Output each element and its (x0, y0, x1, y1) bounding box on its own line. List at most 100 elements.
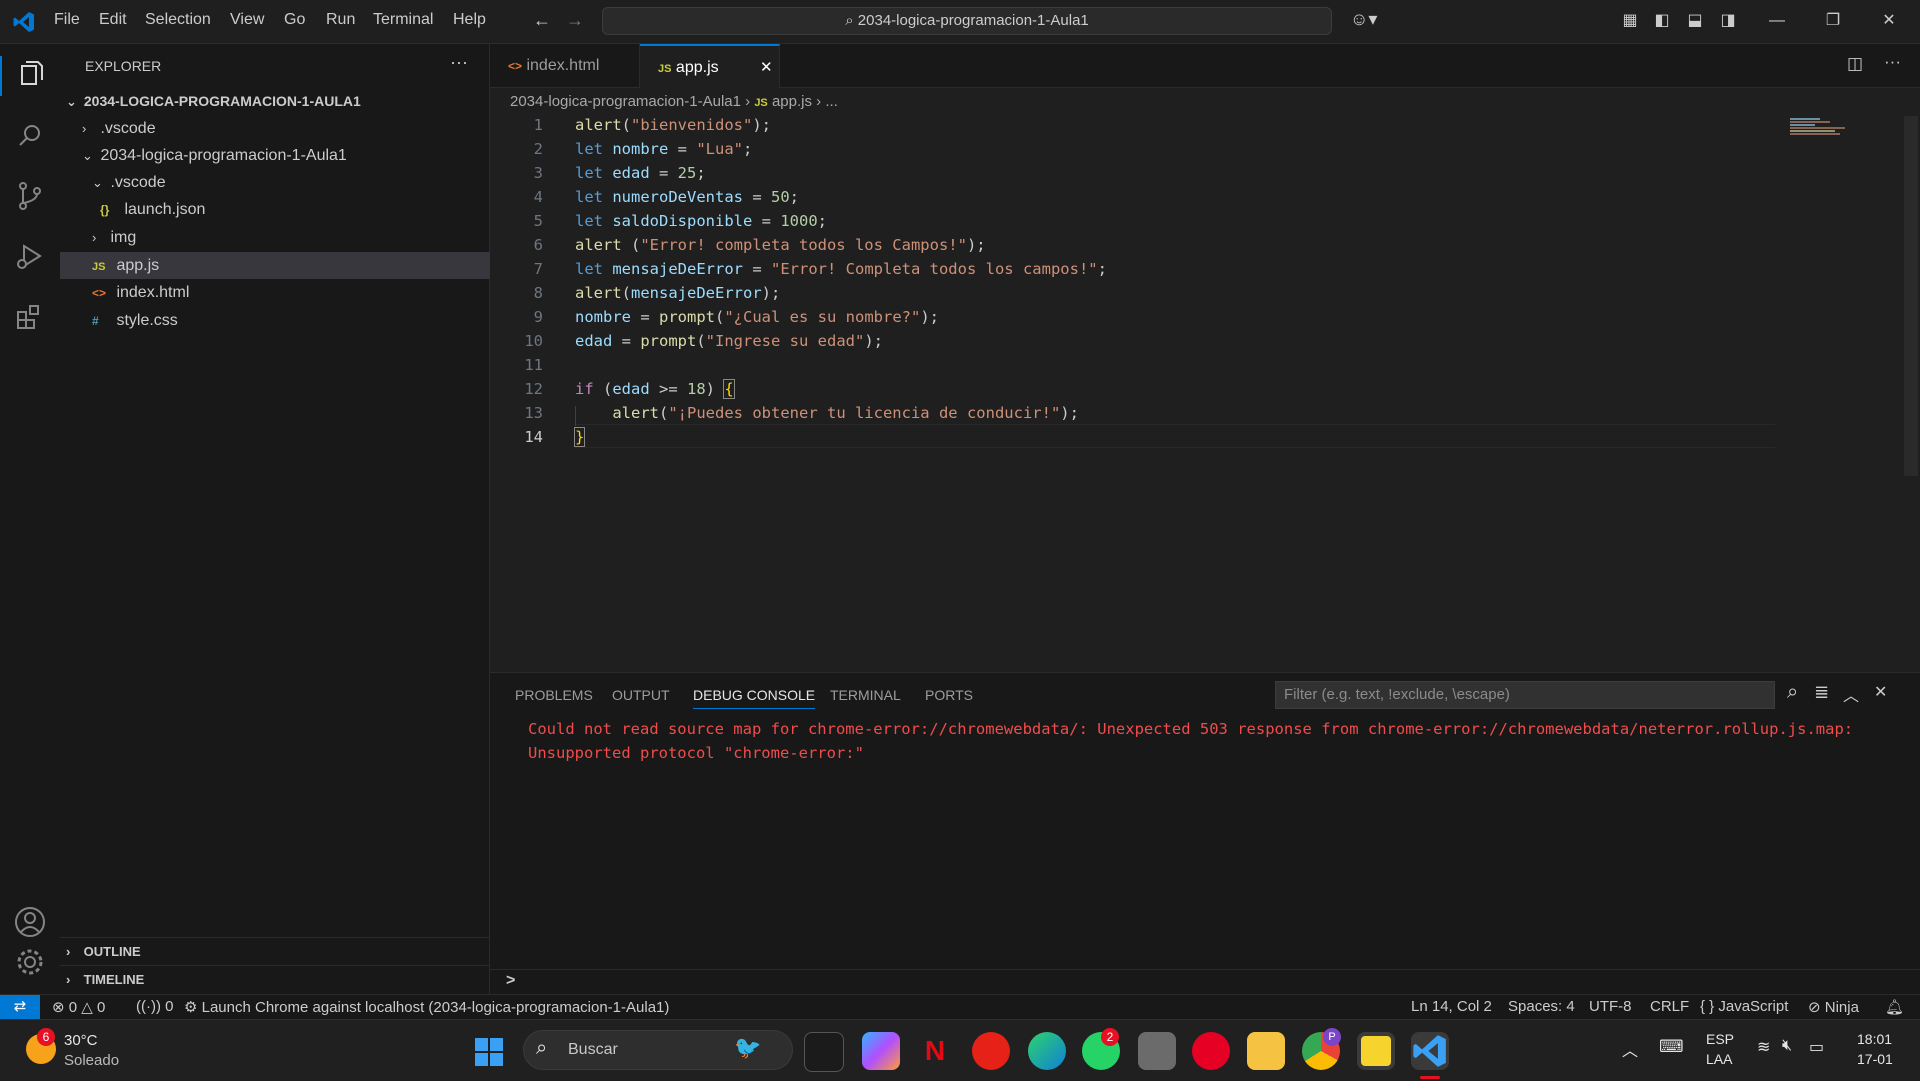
source-control-icon[interactable] (10, 176, 50, 216)
wifi-icon[interactable]: ≋ (1757, 1037, 1770, 1057)
toggle-primary-sidebar-icon[interactable]: ◧ (1649, 8, 1675, 34)
clock-date[interactable]: 17-01 (1857, 1051, 1893, 1067)
search-icon[interactable]: ⌕ (1787, 681, 1798, 704)
tree-item-label: .vscode (100, 120, 156, 137)
maximize-panel-icon[interactable]: ︿ (1843, 682, 1859, 706)
tab-app-js[interactable]: JS app.js ✕ (640, 44, 780, 88)
breadcrumb-folder[interactable]: 2034-logica-programacion-1-Aula1 (510, 93, 741, 110)
workspace-root[interactable]: ⌄ 2034-LOGICA-PROGRAMACION-1-AULA1 (60, 88, 495, 115)
weather-temp[interactable]: 30°C (64, 1032, 98, 1049)
menu-selection[interactable]: Selection (145, 11, 211, 29)
vertical-scrollbar[interactable] (1904, 116, 1918, 476)
menu-go[interactable]: Go (284, 11, 305, 29)
language-bottom[interactable]: LAA (1706, 1051, 1732, 1067)
breadcrumb-file[interactable]: app.js (772, 93, 812, 110)
tab-debug-console[interactable]: DEBUG CONSOLE (693, 687, 816, 709)
cursor-position[interactable]: Ln 14, Col 2 (1411, 998, 1492, 1015)
console-prompt[interactable]: > (506, 972, 515, 990)
close-window-icon[interactable]: ✕ (1876, 8, 1902, 34)
chevron-down-icon: ⌄ (92, 175, 103, 190)
tree-folder-vscode-inner[interactable]: ⌄ .vscode (60, 169, 521, 196)
language-top[interactable]: ESP (1706, 1031, 1734, 1047)
file-explorer-icon[interactable] (1247, 1032, 1285, 1070)
split-editor-icon[interactable]: ◫ (1847, 54, 1863, 74)
menu-help[interactable]: Help (453, 11, 486, 29)
code-line: } (573, 427, 586, 447)
edge-icon[interactable] (1028, 1032, 1066, 1070)
restore-icon[interactable]: ❐ (1820, 8, 1846, 34)
tree-file-app-js[interactable]: JS app.js (60, 252, 521, 279)
extensions-icon[interactable] (10, 296, 50, 336)
accounts-icon[interactable] (10, 902, 50, 942)
clock-time[interactable]: 18:01 (1857, 1031, 1892, 1047)
outline-section[interactable]: › OUTLINE (60, 938, 495, 965)
menu-terminal[interactable]: Terminal (373, 11, 433, 29)
error-icon: ⊗ (52, 999, 65, 1016)
youtube-icon[interactable] (972, 1032, 1010, 1070)
menu-file[interactable]: File (54, 11, 80, 29)
tab-output[interactable]: OUTPUT (612, 687, 670, 703)
search-icon[interactable] (10, 116, 50, 156)
copilot-app-icon[interactable] (862, 1032, 900, 1070)
show-hidden-icons-icon[interactable]: ︿ (1622, 1037, 1638, 1061)
notifications-bell-icon[interactable]: 🔔︎ (1885, 998, 1904, 1016)
filter-input[interactable]: Filter (e.g. text, !exclude, \escape) (1275, 681, 1775, 709)
ninja-status[interactable]: ⊘ Ninja (1808, 998, 1859, 1016)
more-actions-icon[interactable]: ··· (1884, 52, 1901, 72)
tab-ports[interactable]: PORTS (925, 687, 973, 703)
sticky-notes-icon[interactable] (1357, 1032, 1395, 1070)
command-center[interactable]: ⌕ 2034-logica-programacion-1-Aula1 (602, 7, 1332, 35)
tab-terminal[interactable]: TERMINAL (830, 687, 901, 703)
battery-icon[interactable]: ▭ (1809, 1037, 1824, 1057)
clear-console-icon[interactable]: ≣ (1814, 682, 1829, 703)
run-debug-icon[interactable] (10, 236, 50, 276)
tree-file-launch-json[interactable]: {} launch.json (60, 196, 529, 223)
settings-gear-icon[interactable] (10, 942, 50, 982)
more-actions-icon[interactable]: ··· (450, 52, 468, 73)
remote-indicator-icon[interactable]: ⇄ (0, 995, 40, 1019)
toggle-panel-icon[interactable]: ⬓ (1682, 8, 1708, 34)
tree-folder-vscode[interactable]: › .vscode (60, 115, 511, 142)
ports-status[interactable]: ((·)) 0 (136, 998, 174, 1015)
breadcrumb-symbol[interactable]: ... (825, 93, 838, 110)
indentation[interactable]: Spaces: 4 (1508, 998, 1575, 1015)
code-editor[interactable]: 1 2 3 4 5 6 7 8 9 10 11 12 13 14 alert("… (490, 112, 1920, 672)
photos-icon[interactable] (1138, 1032, 1176, 1070)
tree-folder-project[interactable]: ⌄ 2034-logica-programacion-1-Aula1 (60, 142, 511, 169)
timeline-section[interactable]: › TIMELINE (60, 966, 495, 993)
debug-launch-status[interactable]: ⚙ Launch Chrome against localhost (2034-… (184, 998, 669, 1016)
customize-layout-icon[interactable]: ▦ (1617, 8, 1643, 34)
tree-file-index-html[interactable]: <> index.html (60, 279, 521, 306)
weather-desc[interactable]: Soleado (64, 1052, 119, 1069)
copilot-icon[interactable]: ☺▾ (1350, 9, 1377, 30)
tab-index-html[interactable]: <> index.html (490, 44, 640, 87)
task-view-icon[interactable] (804, 1032, 844, 1072)
close-tab-icon[interactable]: ✕ (760, 46, 773, 89)
chevron-right-icon: › (745, 93, 755, 110)
toggle-secondary-sidebar-icon[interactable]: ◨ (1715, 8, 1741, 34)
language-mode[interactable]: { } JavaScript (1700, 998, 1788, 1015)
back-arrow-icon[interactable]: ← (533, 10, 551, 31)
encoding[interactable]: UTF-8 (1589, 998, 1632, 1015)
menu-run[interactable]: Run (326, 11, 355, 29)
minimap[interactable] (1790, 118, 1850, 144)
line-number: 11 (524, 356, 543, 374)
pinterest-icon[interactable] (1192, 1032, 1230, 1070)
close-panel-icon[interactable]: ✕ (1874, 682, 1887, 702)
minimize-icon[interactable]: — (1764, 8, 1790, 34)
menu-edit[interactable]: Edit (99, 11, 127, 29)
tree-folder-img[interactable]: › img (60, 224, 521, 251)
netflix-icon[interactable]: N (916, 1032, 954, 1070)
taskbar-search-box[interactable]: ⌕ Buscar 🐦 (523, 1030, 793, 1070)
tab-problems[interactable]: PROBLEMS (515, 687, 593, 703)
end-of-line[interactable]: CRLF (1650, 998, 1689, 1015)
explorer-icon[interactable] (10, 56, 50, 96)
menu-view[interactable]: View (230, 11, 264, 29)
keyboard-icon[interactable]: ⌨ (1659, 1037, 1684, 1057)
forward-arrow-icon[interactable]: → (566, 10, 584, 31)
problems-status[interactable]: ⊗ 0 △ 0 (52, 998, 105, 1016)
windows-start-icon[interactable] (474, 1037, 504, 1067)
vscode-taskbar-icon[interactable] (1411, 1032, 1449, 1070)
tree-file-style-css[interactable]: # style.css (60, 307, 521, 334)
volume-muted-icon[interactable]: 🔇︎ (1782, 1037, 1792, 1055)
